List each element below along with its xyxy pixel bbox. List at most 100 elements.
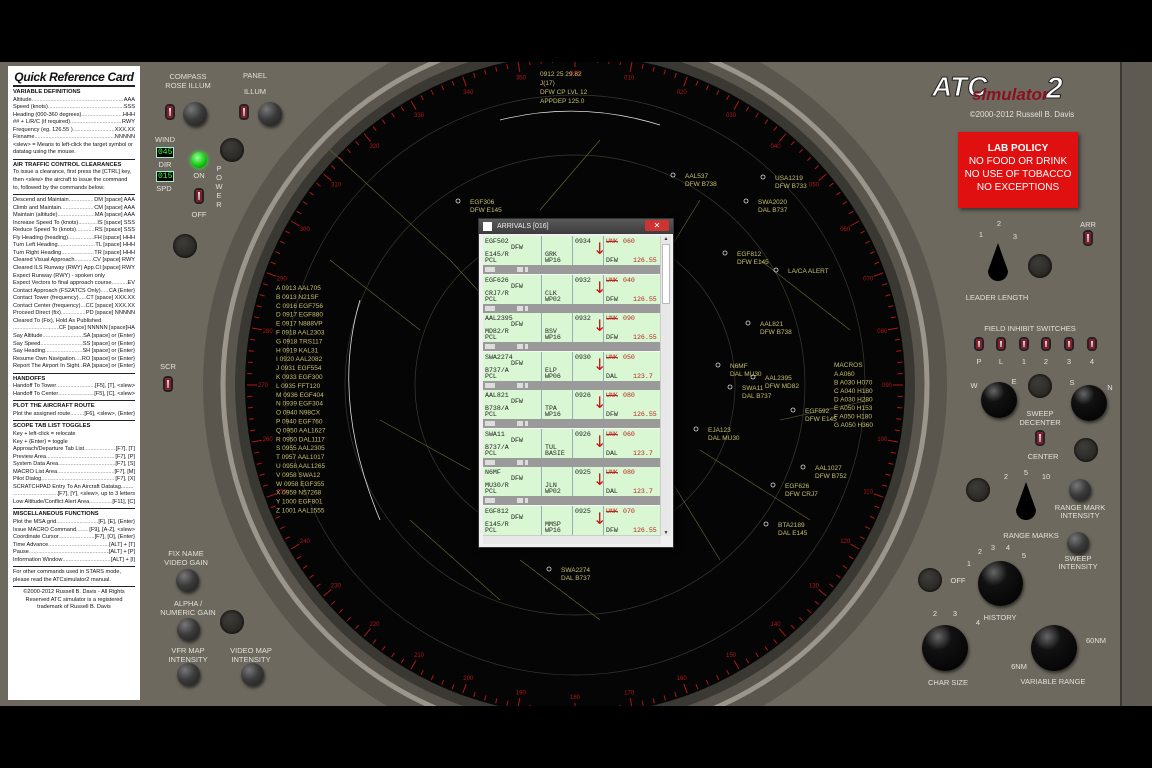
arrival-row[interactable]: SWA11 DFW B737/A PCL TUL BASIE 0926 ↓ UN… <box>483 428 661 468</box>
sweep-decenter-ew-knob[interactable] <box>981 382 1017 418</box>
field-inhibit-toggle[interactable] <box>1087 337 1097 351</box>
arrival-row[interactable]: N6MF DFW MU30/R PCL JLN WP02 0925 ↓ UNK … <box>483 467 661 506</box>
panel-illum-toggle[interactable] <box>239 104 249 120</box>
arrival-row[interactable]: EGF626 DFW CRJ7/R PCL CLK WP02 0932 ↓ UN… <box>483 274 661 314</box>
sweep-label: SWEEP <box>1026 409 1054 418</box>
qrc-command-row: Heading (000-360 degrees) HHH <box>13 112 135 120</box>
callsign: AAL821 <box>485 392 509 399</box>
qrc-command-label: Frequency (eg. 126.55 ) <box>13 126 73 133</box>
qrc-command-keys: HHH <box>122 111 135 118</box>
field-inhibit-label: 4 <box>1089 357 1095 366</box>
compass-degree-label: 040 <box>771 144 782 150</box>
compass-degree-label: 210 <box>414 653 425 659</box>
arrival-row[interactable]: SWA2274 DFW B737/A PCL ELP WP06 0930 ↓ U… <box>483 351 661 391</box>
qrc-command-label: Climb and Maintain <box>13 204 61 211</box>
qrc-command-row: Plot the MSA grid [F], [E], {Enter} <box>13 519 135 527</box>
panel-button[interactable] <box>918 568 942 592</box>
scroll-thumb[interactable] <box>662 244 670 304</box>
column-divider <box>572 428 573 458</box>
alpha-numeric-gain-knob[interactable] <box>177 618 200 641</box>
compass-rose-toggle[interactable] <box>165 104 175 120</box>
position: PCL <box>485 257 497 264</box>
qrc-command-row: Handoff To Tower [F5], [T], <slew> <box>13 383 135 391</box>
leader-length-knob[interactable] <box>986 243 1010 283</box>
qrc-leader-dots <box>57 469 114 477</box>
arrival-row[interactable]: EGF502 DFW E145/R PCL GRK WP16 0934 ↓ UN… <box>483 236 661 275</box>
tab-list-entry: T 0957 AAL1017 <box>276 454 325 461</box>
qrc-section: PLOT THE AIRCRAFT ROUTE Plot the assigned… <box>13 403 135 422</box>
callsign: AAL2395 <box>485 315 513 322</box>
descending-arrow-icon: ↓ <box>593 277 607 297</box>
compass-tick <box>248 418 254 420</box>
compass-degree-label: 330 <box>414 113 425 119</box>
arrivals-list[interactable]: EGF502 DFW E145/R PCL GRK WP16 0934 ↓ UN… <box>483 236 661 536</box>
qrc-command-row: CF [space] NNNNN [space]HA <box>13 325 135 333</box>
fix-name-video-gain-knob[interactable] <box>176 569 199 592</box>
altitude: 090 <box>623 315 635 322</box>
power-toggle[interactable] <box>194 188 204 204</box>
panel-button[interactable] <box>220 138 244 162</box>
qrc-leader-dots <box>69 197 95 205</box>
sweep-intensity-knob[interactable] <box>1067 532 1089 554</box>
field-inhibit-label: 3 <box>1066 357 1072 366</box>
char-size-knob[interactable] <box>922 625 968 671</box>
arrival-row[interactable]: AAL821 DFW B738/A PCL TPA WP16 0926 ↓ UN… <box>483 390 661 429</box>
macro-entry: C A040 H180 <box>834 388 873 395</box>
column-divider <box>572 505 573 535</box>
qrc-command-keys: TR [space] HHH <box>94 249 135 256</box>
panel-button[interactable] <box>1074 438 1098 462</box>
column-divider <box>541 467 542 496</box>
compass-degree-label: 310 <box>331 182 342 188</box>
qrc-command-row: Maintain (altitude) MA [space] AAA <box>13 212 135 220</box>
scroll-down-icon[interactable]: ▼ <box>661 530 671 536</box>
field-inhibit-toggle[interactable] <box>1019 337 1029 351</box>
panel-button[interactable] <box>966 478 990 502</box>
horizontal-scrollbar[interactable] <box>483 535 661 544</box>
fix-name-label: FIX NAME <box>168 549 204 558</box>
qrc-command-row: Altitude AAA <box>13 97 135 105</box>
compass-degree-label: 050 <box>809 182 820 188</box>
scroll-up-icon[interactable]: ▲ <box>661 236 671 242</box>
vertical-scrollbar[interactable]: ▲ ▼ <box>660 236 671 536</box>
qrc-leader-dots <box>32 97 124 105</box>
row-separator <box>483 265 661 274</box>
field-inhibit-toggle[interactable] <box>996 337 1006 351</box>
lab-policy-sign: LAB POLICY NO FOOD OR DRINK NO USE OF TO… <box>958 132 1078 208</box>
qrc-leader-dots <box>48 542 109 550</box>
range-mark-intensity-knob[interactable] <box>1069 479 1091 501</box>
variable-range-knob[interactable] <box>1031 625 1077 671</box>
qrc-command-label: Increase Speed To (knots) <box>13 219 79 226</box>
panel-button[interactable] <box>173 234 197 258</box>
sweep-decenter-ns-knob[interactable] <box>1071 385 1107 421</box>
arrival-row[interactable]: AAL2395 DFW MD82/R PCL BSV WP16 0932 ↓ U… <box>483 313 661 352</box>
panel-button[interactable] <box>1028 374 1052 398</box>
qrc-command-keys: XXX.XX <box>114 126 135 133</box>
tab-list-entry: S 0955 AAL2305 <box>276 445 325 452</box>
history-knob[interactable] <box>978 561 1023 606</box>
compass-rose-knob[interactable] <box>183 102 207 126</box>
video-map-intensity-knob[interactable] <box>241 663 264 686</box>
scr-toggle[interactable] <box>163 376 173 392</box>
arr-label: ARR <box>1080 220 1096 229</box>
qrc-command-label: Altitude <box>13 96 32 103</box>
datablock-callsign: USA1219 <box>775 175 803 182</box>
field-inhibit-toggle[interactable] <box>1064 337 1074 351</box>
arr-toggle[interactable] <box>1083 230 1093 246</box>
qrc-section: AIR TRAFFIC CONTROL CLEARANCES To issue a… <box>13 162 135 196</box>
arrivals-window[interactable]: ARRIVALS [016] ✕ EGF502 DFW E145/R PCL G… <box>478 218 674 548</box>
range-marks-knob[interactable] <box>1014 482 1038 522</box>
field-inhibit-toggle[interactable] <box>1041 337 1051 351</box>
close-icon[interactable]: ✕ <box>645 220 669 231</box>
panel-button[interactable] <box>220 610 244 634</box>
center-toggle[interactable] <box>1035 430 1045 446</box>
arrivals-title-bar[interactable]: ARRIVALS [016] ✕ <box>479 219 673 234</box>
panel-illum-knob[interactable] <box>258 102 282 126</box>
qrc-command-label: Proceed Direct (fix) <box>13 310 61 317</box>
column-divider <box>541 236 542 265</box>
arrival-row[interactable]: EGF812 DFW E145/R PCL MMSP WP16 0925 ↓ U… <box>483 505 661 536</box>
vfr-map-intensity-knob[interactable] <box>177 663 200 686</box>
descending-arrow-icon: ↓ <box>593 239 607 258</box>
panel-button[interactable] <box>1028 254 1052 278</box>
field-inhibit-toggle[interactable] <box>974 337 984 351</box>
range-marks-label: RANGE MARKS <box>1003 531 1059 540</box>
